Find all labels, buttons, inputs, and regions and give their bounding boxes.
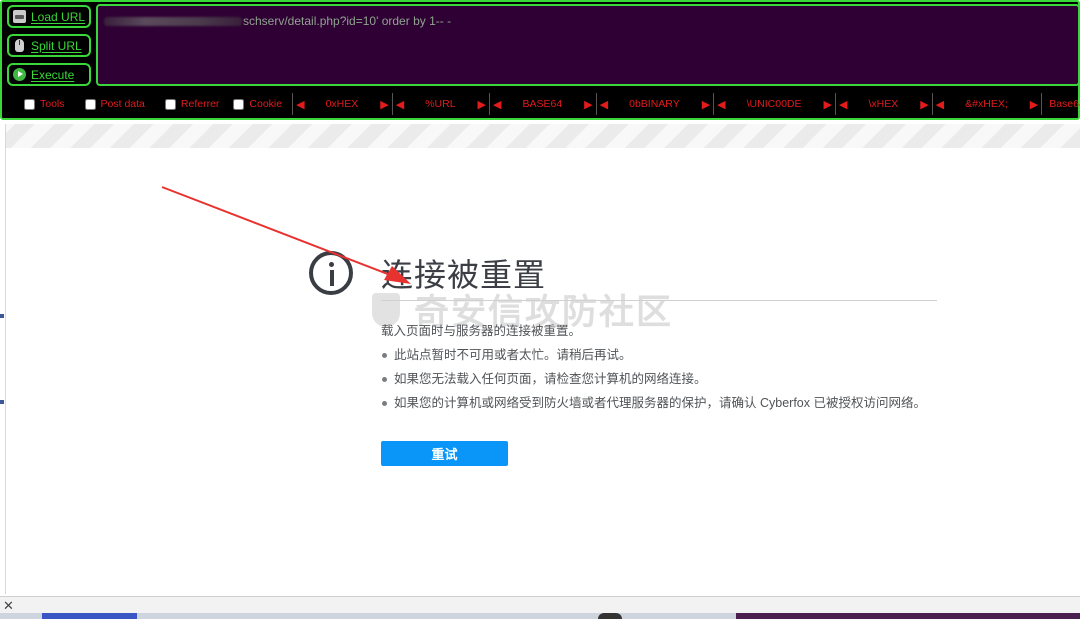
load-url-button[interactable]: Load URL — [7, 5, 91, 28]
encode-left-arrow-icon[interactable]: ◀ — [296, 98, 304, 111]
close-icon[interactable]: ✕ — [3, 598, 14, 614]
encode-right-arrow-icon[interactable]: ▶ — [702, 98, 710, 111]
info-bar — [329, 270, 334, 286]
separator — [292, 93, 294, 115]
mouse-icon — [15, 39, 24, 52]
separator — [834, 93, 836, 115]
tools-label: Tools — [40, 98, 65, 110]
error-suggestions: 此站点暂时不可用或者太忙。请稍后再试。 如果您无法载入任何页面，请检查您计算机的… — [381, 343, 926, 415]
separator — [1041, 93, 1043, 115]
post-data-label: Post data — [100, 98, 145, 110]
encoder-html-entity: ◀ &#xHEX; ▶ — [936, 98, 1039, 111]
url-text: schserv/detail.php?id=10' order by 1-- - — [243, 14, 452, 28]
execute-label: Execute — [31, 67, 75, 82]
encode-right-arrow-icon[interactable]: ▶ — [920, 98, 928, 111]
split-url-button[interactable]: Split URL — [7, 34, 91, 57]
encoder-url: ◀ %URL ▶ — [396, 98, 486, 111]
retry-button[interactable]: 重试 — [381, 441, 508, 466]
referrer-checkbox[interactable] — [164, 98, 176, 110]
encode-left-arrow-icon[interactable]: ◀ — [600, 98, 608, 111]
encode-right-arrow-icon[interactable]: ▶ — [824, 98, 832, 111]
hackbar-options-row: Tools Post data Referrer Cookie ◀ 0xHEX ▶ … — [2, 92, 1080, 116]
referrer-label: Referrer — [180, 98, 220, 110]
load-icon — [13, 10, 26, 23]
left-border — [5, 124, 6, 594]
encode-left-arrow-icon[interactable]: ◀ — [839, 98, 847, 111]
encode-right-arrow-icon[interactable]: ▶ — [380, 98, 388, 111]
splitter-mark — [0, 400, 4, 404]
encode-left-arrow-icon[interactable]: ◀ — [936, 98, 944, 111]
play-icon — [13, 68, 26, 81]
tools-option[interactable]: Tools — [24, 98, 65, 110]
separator — [713, 93, 715, 115]
hackbar-toolbar: Load URL Split URL Execute schserv/detai… — [0, 0, 1080, 120]
cookie-label: Cookie — [249, 98, 283, 110]
post-data-option[interactable]: Post data — [84, 98, 145, 110]
encode-right-arrow-icon[interactable]: ▶ — [1030, 98, 1038, 111]
cookie-checkbox[interactable] — [233, 98, 245, 110]
taskbar-control[interactable] — [598, 613, 622, 619]
encoder-label[interactable]: Base64 spacer — [1049, 98, 1080, 110]
encoder-label: &#xHEX; — [965, 98, 1008, 110]
encoder-label: BASE64 — [522, 98, 563, 110]
taskbar-app[interactable] — [736, 613, 1080, 619]
info-dot — [329, 262, 334, 267]
splitter-mark — [0, 314, 4, 318]
encode-left-arrow-icon[interactable]: ◀ — [493, 98, 501, 111]
encode-left-arrow-icon[interactable]: ◀ — [717, 98, 725, 111]
list-item: 如果您的计算机或网络受到防火墙或者代理服务器的保护，请确认 Cyberfox 已… — [381, 391, 926, 415]
execute-button[interactable]: Execute — [7, 63, 91, 86]
redacted-host — [104, 17, 242, 27]
arrow-shaft — [161, 186, 399, 279]
split-url-label: Split URL — [31, 38, 82, 53]
encoder-base64-spacer: Base64 spacer◀ — [1045, 98, 1080, 111]
list-item: 如果您无法载入任何页面，请检查您计算机的网络连接。 — [381, 367, 926, 391]
separator — [489, 93, 490, 115]
tools-checkbox[interactable] — [24, 98, 35, 110]
encoder-label: 0xHEX — [325, 98, 359, 110]
info-icon — [309, 251, 353, 295]
referrer-option[interactable]: Referrer — [164, 98, 220, 110]
post-data-checkbox[interactable] — [84, 98, 96, 110]
encode-right-arrow-icon[interactable]: ▶ — [478, 98, 486, 111]
url-textarea[interactable]: schserv/detail.php?id=10' order by 1-- - — [96, 4, 1080, 86]
encoder-unicode: ◀ \UNIC00DE ▶ — [717, 98, 832, 111]
taskbar-app[interactable] — [42, 613, 137, 619]
encode-left-arrow-icon[interactable]: ◀ — [396, 98, 404, 111]
load-url-label: Load URL — [31, 9, 86, 24]
encode-right-arrow-icon[interactable]: ▶ — [584, 98, 592, 111]
separator — [595, 93, 597, 115]
list-item: 此站点暂时不可用或者太忙。请稍后再试。 — [381, 343, 926, 367]
encoder-xhex: ◀ \xHEX ▶ — [839, 98, 929, 111]
encoder-0xhex: ◀ 0xHEX ▶ — [296, 98, 389, 111]
encoder-binary: ◀ 0bBINARY ▶ — [600, 98, 711, 111]
encoder-label: \xHEX — [868, 98, 899, 110]
encoder-label: %URL — [425, 98, 456, 110]
error-title: 连接被重置 — [381, 257, 547, 293]
separator — [391, 93, 393, 115]
encoder-label: \UNIC00DE — [746, 98, 802, 110]
separator — [931, 93, 933, 115]
taskbar — [0, 613, 1080, 619]
title-divider — [381, 300, 937, 301]
encoder-label: 0bBINARY — [629, 98, 680, 110]
encoder-base64: ◀ BASE64 ▶ — [493, 98, 593, 111]
error-description: 载入页面时与服务器的连接被重置。 — [381, 324, 582, 338]
cookie-option[interactable]: Cookie — [233, 98, 282, 110]
page-top-stripe — [6, 124, 1080, 148]
